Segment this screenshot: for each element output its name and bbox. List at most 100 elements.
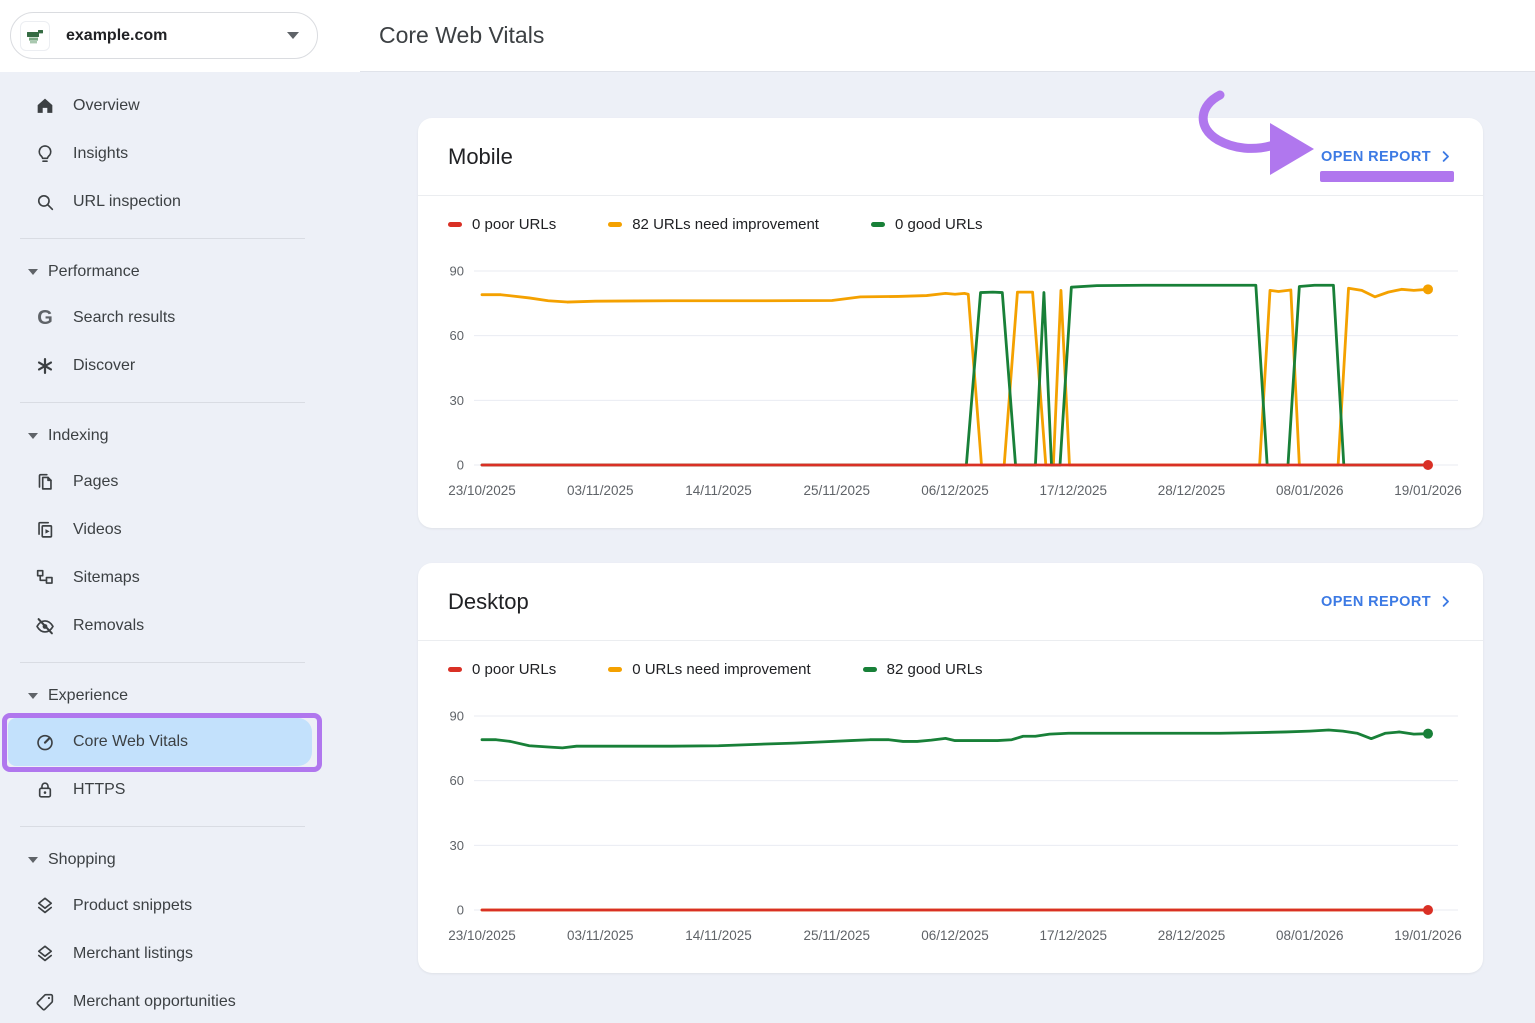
x-axis-tick-label: 06/12/2025 — [921, 483, 989, 498]
home-icon — [34, 95, 56, 117]
sidebar-item-merchant-opportunities[interactable]: Merchant opportunities — [0, 978, 345, 1023]
sidebar-item-overview[interactable]: Overview — [0, 82, 345, 130]
chevron-right-icon — [1438, 149, 1453, 164]
sidebar-item-merchant-listings[interactable]: Merchant listings — [0, 930, 345, 978]
speedometer-icon — [34, 731, 56, 753]
x-axis-tick-label: 17/12/2025 — [1039, 928, 1107, 943]
layered-diamond-icon — [34, 895, 56, 917]
legend-swatch — [608, 222, 622, 227]
chevron-down-icon — [28, 433, 38, 439]
legend-poor-urls[interactable]: 0 poor URLs — [448, 661, 556, 678]
video-pages-icon — [34, 519, 56, 541]
x-axis-tick-label: 23/10/2025 — [448, 928, 516, 943]
sidebar-section-experience[interactable]: Experience — [0, 674, 345, 718]
sidebar-item-sitemaps[interactable]: Sitemaps — [0, 554, 345, 602]
legend-needs-improvement-urls[interactable]: 82 URLs need improvement — [608, 216, 819, 233]
sidebar-section-shopping[interactable]: Shopping — [0, 838, 345, 882]
sitemap-tree-icon — [34, 567, 56, 589]
series-good-urls — [482, 730, 1428, 748]
legend-good-urls[interactable]: 82 good URLs — [863, 661, 983, 678]
layered-diamond-icon — [34, 943, 56, 965]
pages-icon — [34, 471, 56, 493]
lightbulb-icon — [34, 143, 56, 165]
x-axis-tick-label: 08/01/2026 — [1276, 928, 1344, 943]
sidebar-item-url-inspection[interactable]: URL inspection — [0, 178, 345, 226]
sidebar-divider — [20, 402, 305, 403]
x-axis-labels: 23/10/202503/11/202514/11/202525/11/2025… — [430, 483, 1470, 503]
site-favicon — [20, 21, 50, 51]
chevron-down-icon — [28, 857, 38, 863]
x-axis-tick-label: 14/11/2025 — [685, 483, 752, 498]
sidebar-item-discover[interactable]: Discover — [0, 342, 345, 390]
property-selector[interactable]: example.com — [10, 12, 318, 59]
x-axis-tick-label: 14/11/2025 — [685, 928, 752, 943]
y-axis-tick-label: 60 — [450, 773, 464, 788]
x-axis-tick-label: 25/11/2025 — [803, 928, 870, 943]
card-title-desktop: Desktop — [448, 589, 529, 615]
chevron-down-icon — [28, 693, 38, 699]
legend-swatch — [608, 667, 622, 672]
google-g-icon: G — [34, 307, 56, 329]
series-end-marker — [1423, 460, 1433, 470]
sidebar-item-https[interactable]: HTTPS — [0, 766, 345, 814]
series-end-marker — [1423, 729, 1433, 739]
y-axis-tick-label: 60 — [450, 328, 464, 343]
x-axis-tick-label: 19/01/2026 — [1394, 928, 1462, 943]
series-good-urls — [482, 285, 1428, 465]
chevron-down-icon — [28, 269, 38, 275]
y-axis-tick-label: 0 — [457, 458, 464, 473]
sidebar: Overview Insights URL inspection Perform… — [0, 82, 345, 1023]
mobile-card: Mobile OPEN REPORT 0 poor URLs 82 URLs n… — [418, 118, 1483, 528]
legend-swatch — [863, 667, 877, 672]
x-axis-tick-label: 03/11/2025 — [567, 483, 634, 498]
mobile-chart: 0306090 23/10/202503/11/202514/11/202525… — [430, 251, 1470, 511]
chart-legend: 0 poor URLs 0 URLs need improvement 82 g… — [418, 641, 1483, 678]
sidebar-item-pages[interactable]: Pages — [0, 458, 345, 506]
property-name: example.com — [66, 27, 287, 45]
sidebar-item-insights[interactable]: Insights — [0, 130, 345, 178]
open-report-link-desktop[interactable]: OPEN REPORT — [1321, 594, 1453, 610]
desktop-chart: 0306090 23/10/202503/11/202514/11/202525… — [430, 696, 1470, 956]
sidebar-divider — [20, 826, 305, 827]
x-axis-tick-label: 28/12/2025 — [1158, 928, 1226, 943]
legend-swatch — [448, 667, 462, 672]
chevron-right-icon — [1438, 594, 1453, 609]
sidebar-section-indexing[interactable]: Indexing — [0, 414, 345, 458]
lock-icon — [34, 779, 56, 801]
sidebar-item-removals[interactable]: Removals — [0, 602, 345, 650]
series-end-marker — [1423, 905, 1433, 915]
search-icon — [34, 191, 56, 213]
sidebar-section-performance[interactable]: Performance — [0, 250, 345, 294]
x-axis-tick-label: 06/12/2025 — [921, 928, 989, 943]
open-report-link-mobile[interactable]: OPEN REPORT — [1321, 149, 1453, 165]
x-axis-tick-label: 19/01/2026 — [1394, 483, 1462, 498]
y-axis-tick-label: 30 — [450, 393, 464, 408]
x-axis-tick-label: 17/12/2025 — [1039, 483, 1107, 498]
card-title-mobile: Mobile — [448, 144, 513, 170]
x-axis-labels: 23/10/2025 03/11/2025 14/11/2025 25/11/2025… — [430, 928, 1470, 948]
legend-needs-improvement-urls[interactable]: 0 URLs need improvement — [608, 661, 810, 678]
sidebar-item-search-results[interactable]: G Search results — [0, 294, 345, 342]
legend-swatch — [871, 222, 885, 227]
sidebar-item-product-snippets[interactable]: Product snippets — [0, 882, 345, 930]
x-axis-tick-label: 23/10/2025 — [448, 483, 516, 498]
y-axis-tick-label: 0 — [457, 903, 464, 918]
series-end-marker — [1423, 284, 1433, 294]
chart-legend: 0 poor URLs 82 URLs need improvement 0 g… — [418, 196, 1483, 233]
legend-poor-urls[interactable]: 0 poor URLs — [448, 216, 556, 233]
asterisk-icon — [34, 355, 56, 377]
sidebar-divider — [20, 238, 305, 239]
sidebar-item-core-web-vitals[interactable]: Core Web Vitals — [8, 718, 312, 766]
y-axis-tick-label: 30 — [450, 838, 464, 853]
chevron-down-icon — [287, 32, 299, 39]
x-axis-tick-label: 08/01/2026 — [1276, 483, 1344, 498]
sidebar-divider — [20, 662, 305, 663]
page-title: Core Web Vitals — [379, 22, 544, 49]
legend-good-urls[interactable]: 0 good URLs — [871, 216, 983, 233]
sidebar-item-videos[interactable]: Videos — [0, 506, 345, 554]
eye-off-icon — [34, 615, 56, 637]
x-axis-tick-label: 03/11/2025 — [567, 928, 634, 943]
legend-swatch — [448, 222, 462, 227]
y-axis-tick-label: 90 — [450, 264, 464, 279]
series-urls-need-improvement — [482, 288, 1428, 465]
